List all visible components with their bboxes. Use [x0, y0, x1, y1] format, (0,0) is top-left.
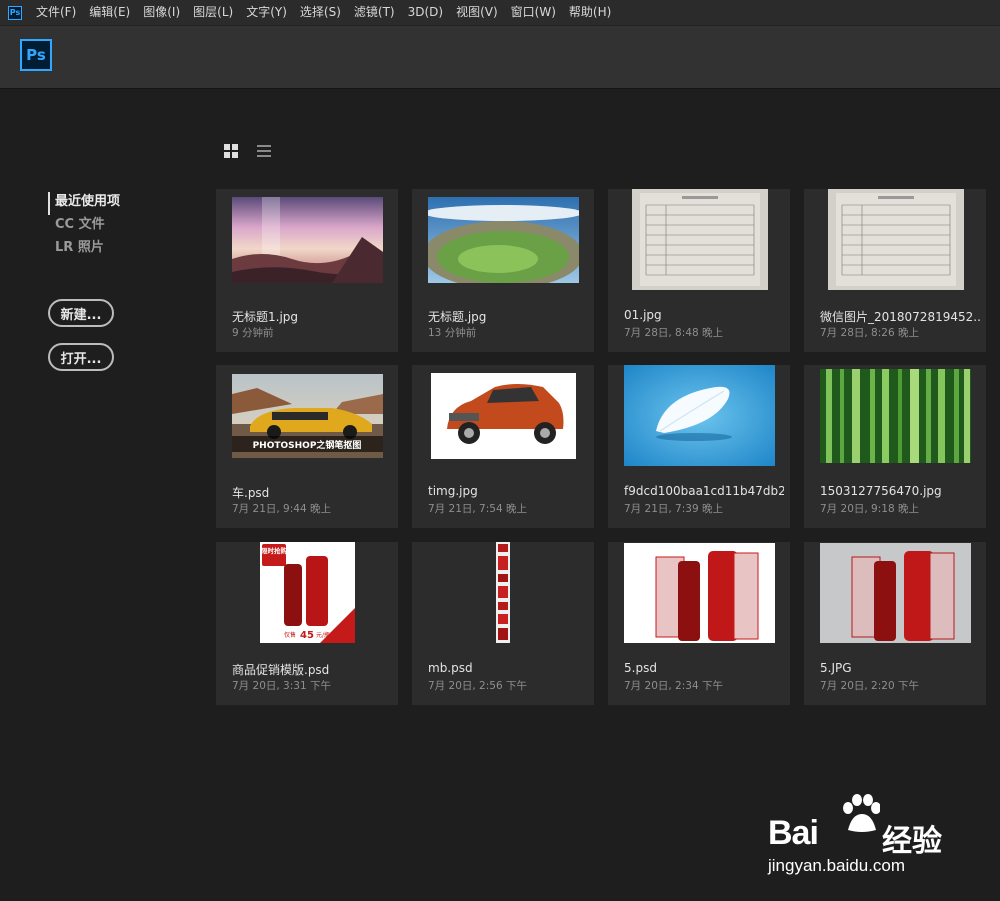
header-divider — [0, 88, 1000, 89]
file-name: 5.JPG — [820, 661, 852, 675]
menu-edit[interactable]: 编辑(E) — [83, 0, 137, 25]
file-time: 7月 21日, 7:39 晚上 — [624, 503, 723, 515]
menu-filter[interactable]: 滤镜(T) — [348, 0, 402, 25]
file-thumbnail — [804, 365, 986, 466]
file-name: timg.jpg — [428, 484, 478, 498]
menu-layer[interactable]: 图层(L) — [187, 0, 240, 25]
nav-lr-photos[interactable]: LR 照片 — [48, 238, 120, 261]
file-thumbnail — [804, 542, 986, 643]
file-card[interactable]: 无标题.jpg 13 分钟前 — [412, 189, 594, 352]
home-header: Ps — [0, 26, 1000, 88]
file-name: 车.psd — [232, 486, 270, 500]
file-card[interactable]: mb.psd 7月 20日, 2:56 下午 — [412, 542, 594, 705]
white-feather-image — [624, 365, 775, 466]
document-form-image — [828, 189, 964, 290]
document-form-image — [632, 189, 768, 290]
file-thumbnail — [804, 189, 986, 290]
file-time: 7月 21日, 7:54 晚上 — [428, 503, 527, 515]
new-button[interactable]: 新建... — [48, 299, 114, 327]
file-name: 5.psd — [624, 661, 657, 675]
baidu-paw-icon — [843, 794, 880, 832]
file-thumbnail — [412, 542, 594, 643]
red-bottles-image — [820, 543, 971, 643]
red-bottles-image — [624, 543, 775, 643]
file-time: 7月 28日, 8:26 晚上 — [820, 327, 919, 339]
list-view-icon[interactable] — [257, 144, 271, 158]
file-time: 7月 20日, 3:31 下午 — [232, 680, 331, 692]
crater-landscape-image — [428, 197, 579, 283]
file-name: mb.psd — [428, 661, 473, 675]
file-card[interactable]: 01.jpg 7月 28日, 8:48 晚上 — [608, 189, 790, 352]
file-name: 1503127756470.jpg — [820, 484, 942, 498]
file-card[interactable]: f9dcd100baa1cd11b47db23... 7月 21日, 7:39 … — [608, 365, 790, 528]
file-time: 7月 28日, 8:48 晚上 — [624, 327, 723, 339]
nav-recent[interactable]: 最近使用项 — [48, 192, 120, 215]
file-time: 9 分钟前 — [232, 327, 274, 339]
file-thumbnail — [608, 189, 790, 290]
file-card[interactable]: 限时抢购 仅售 45 元/瓶 商品促销模版.psd 7月 20日, 3:31 下… — [216, 542, 398, 705]
grid-view-icon[interactable] — [224, 144, 238, 158]
watermark-url: jingyan.baidu.com — [768, 856, 906, 875]
baidu-jingyan-watermark: Bai 经验 jingyan.baidu.com — [768, 794, 968, 884]
orange-suv-image — [431, 373, 576, 459]
menu-bar: Ps 文件(F) 编辑(E) 图像(I) 图层(L) 文字(Y) 选择(S) 滤… — [0, 0, 1000, 26]
file-name: 01.jpg — [624, 308, 662, 322]
sunset-landscape-image — [232, 197, 383, 283]
promo-price-value: 45 — [300, 630, 314, 641]
menu-image[interactable]: 图像(I) — [137, 0, 187, 25]
file-time: 7月 20日, 2:20 下午 — [820, 680, 919, 692]
file-name: 微信图片_2018072819452... — [820, 310, 980, 324]
file-thumbnail: 限时抢购 仅售 45 元/瓶 — [216, 542, 398, 643]
watermark-brand-cn: 经验 — [882, 824, 942, 859]
menu-type[interactable]: 文字(Y) — [240, 0, 294, 25]
bamboo-forest-image — [820, 369, 971, 463]
thumbnail-caption: PHOTOSHOP之钢笔抠图 — [253, 439, 362, 451]
file-card[interactable]: 无标题1.jpg 9 分钟前 — [216, 189, 398, 352]
promo-poster-image: 限时抢购 仅售 45 元/瓶 — [260, 542, 355, 643]
file-name: f9dcd100baa1cd11b47db23... — [624, 484, 784, 498]
file-time: 13 分钟前 — [428, 327, 477, 339]
file-card[interactable]: 微信图片_2018072819452... 7月 28日, 8:26 晚上 — [804, 189, 986, 352]
file-name: 无标题.jpg — [428, 310, 487, 324]
promo-price-label: 仅售 — [284, 631, 296, 639]
photoshop-app-icon[interactable]: Ps — [8, 5, 22, 20]
file-card[interactable]: timg.jpg 7月 21日, 7:54 晚上 — [412, 365, 594, 528]
file-thumbnail — [412, 189, 594, 290]
menu-window[interactable]: 窗口(W) — [505, 0, 563, 25]
file-time: 7月 20日, 9:18 晚上 — [820, 503, 919, 515]
file-card[interactable]: PHOTOSHOP之钢笔抠图 车.psd 7月 21日, 9:44 晚上 — [216, 365, 398, 528]
sidebar-nav: 最近使用项 CC 文件 LR 照片 — [48, 192, 120, 261]
file-time: 7月 20日, 2:56 下午 — [428, 680, 527, 692]
file-name: 商品促销模版.psd — [232, 663, 330, 677]
file-thumbnail: PHOTOSHOP之钢笔抠图 — [216, 365, 398, 466]
promo-price-unit: 元/瓶 — [316, 631, 330, 639]
file-card[interactable]: 5.JPG 7月 20日, 2:20 下午 — [804, 542, 986, 705]
promo-badge-text: 限时抢购 — [261, 546, 288, 555]
photoshop-logo: Ps — [20, 39, 52, 71]
file-time: 7月 20日, 2:34 下午 — [624, 680, 723, 692]
file-thumbnail — [412, 365, 594, 466]
file-thumbnail — [608, 542, 790, 643]
menu-help[interactable]: 帮助(H) — [563, 0, 618, 25]
menu-view[interactable]: 视图(V) — [450, 0, 505, 25]
narrow-banner-image — [496, 542, 510, 643]
file-time: 7月 21日, 9:44 晚上 — [232, 503, 331, 515]
menu-3d[interactable]: 3D(D) — [402, 0, 450, 25]
menu-select[interactable]: 选择(S) — [294, 0, 348, 25]
watermark-brand: Bai — [768, 814, 819, 852]
menu-file[interactable]: 文件(F) — [30, 0, 83, 25]
yellow-car-image: PHOTOSHOP之钢笔抠图 — [232, 374, 383, 458]
file-name: 无标题1.jpg — [232, 310, 299, 324]
nav-cc-files[interactable]: CC 文件 — [48, 215, 120, 238]
open-button[interactable]: 打开... — [48, 343, 114, 371]
file-card[interactable]: 1503127756470.jpg 7月 20日, 9:18 晚上 — [804, 365, 986, 528]
file-card[interactable]: 5.psd 7月 20日, 2:34 下午 — [608, 542, 790, 705]
file-thumbnail — [608, 365, 790, 466]
file-thumbnail — [216, 189, 398, 290]
